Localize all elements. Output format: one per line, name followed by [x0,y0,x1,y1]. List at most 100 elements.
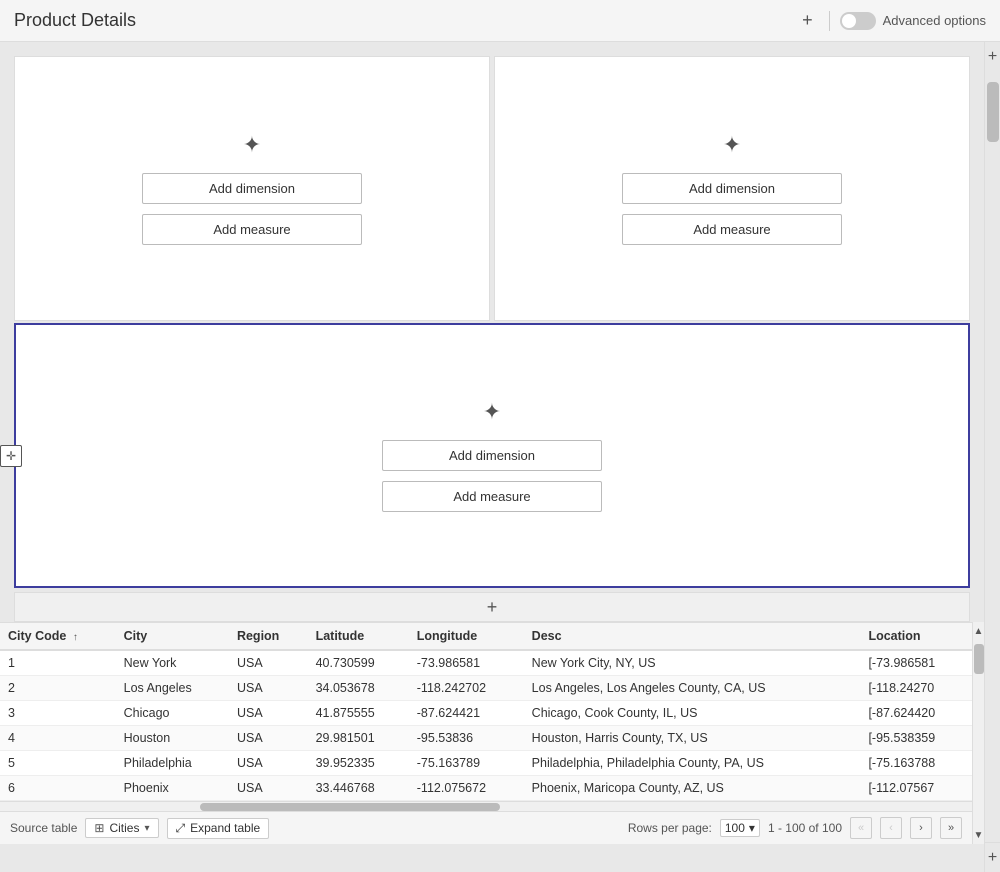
header-actions: + Advanced options [796,8,986,33]
top-panels-row: ✦ Add dimension Add measure ✦ Add dimens… [0,42,984,321]
main-layout: ✦ Add dimension Add measure ✦ Add dimens… [0,42,1000,872]
advanced-options-toggle[interactable] [840,12,876,30]
table-cell: USA [229,776,308,801]
panel-1-content: ✦ Add dimension Add measure [142,132,362,245]
col-header-location[interactable]: Location [860,623,972,650]
table-cell: New York [116,650,229,676]
table-cell: Los Angeles [116,676,229,701]
add-button[interactable]: + [796,8,819,33]
table-cell: -118.242702 [409,676,524,701]
table-cell: -75.163789 [409,751,524,776]
bottom-panel-wrapper: ✛ ✦ Add dimension Add measure [0,323,984,588]
table-scroll-down[interactable]: ▼ [973,826,984,844]
nav-first-button[interactable]: « [850,817,872,839]
add-measure-button-3[interactable]: Add measure [382,481,602,512]
horizontal-scrollbar[interactable] [0,801,972,811]
table-cell: Houston [116,726,229,751]
table-cell: Chicago, Cook County, IL, US [524,701,861,726]
table-cell: Chicago [116,701,229,726]
table-cell: [-87.624420 [860,701,972,726]
data-table: City Code ↑ City Region Latitude Longitu… [0,623,972,801]
panels-area: ✦ Add dimension Add measure ✦ Add dimens… [0,42,984,872]
table-cell: USA [229,676,308,701]
footer-right: Rows per page: 100 ▾ 1 - 100 of 100 « ‹ … [628,817,962,839]
add-row-bar[interactable]: + [14,592,970,622]
table-row: 6PhoenixUSA33.446768-112.075672Phoenix, … [0,776,972,801]
rows-per-page-select[interactable]: 100 ▾ [720,819,760,837]
table-cell: Houston, Harris County, TX, US [524,726,861,751]
table-row: 1New YorkUSA40.730599-73.986581New York … [0,650,972,676]
table-cell: 39.952335 [308,751,409,776]
table-cell: 40.730599 [308,650,409,676]
scroll-thumb [200,803,500,811]
panel-3: ✦ Add dimension Add measure [14,323,970,588]
table-row: 3ChicagoUSA41.875555-87.624421Chicago, C… [0,701,972,726]
table-cell: 41.875555 [308,701,409,726]
right-rail-plus-top[interactable]: + [985,42,1000,72]
page-header: Product Details + Advanced options [0,0,1000,42]
add-dimension-button-2[interactable]: Add dimension [622,173,842,204]
expand-table-button[interactable]: ⤢ Expand table [167,818,270,839]
expand-label: Expand table [190,821,260,835]
table-scroll-thumb [974,644,984,674]
add-measure-button-2[interactable]: Add measure [622,214,842,245]
nav-prev-button[interactable]: ‹ [880,817,902,839]
sort-icon: ↑ [73,632,78,643]
table-scroll-up[interactable]: ▲ [973,622,984,640]
table-cell: -87.624421 [409,701,524,726]
col-header-longitude[interactable]: Longitude [409,623,524,650]
right-rail-plus-bottom[interactable]: + [985,842,1000,872]
source-table-selector[interactable]: ⊞ Cities ▾ [85,818,158,838]
table-section: City Code ↑ City Region Latitude Longitu… [0,622,972,801]
table-cell: Philadelphia, Philadelphia County, PA, U… [524,751,861,776]
magic-wand-icon-3: ✦ [483,399,501,425]
rows-per-page-value: 100 [725,821,745,835]
col-header-city[interactable]: City [116,623,229,650]
col-header-city-code[interactable]: City Code ↑ [0,623,116,650]
table-content: City Code ↑ City Region Latitude Longitu… [0,622,972,844]
page-title: Product Details [14,10,136,31]
add-dimension-button-3[interactable]: Add dimension [382,440,602,471]
table-cell: 1 [0,650,116,676]
table-cell: USA [229,726,308,751]
expand-icon: ⤢ [176,821,186,836]
advanced-options-label: Advanced options [883,13,986,28]
rows-per-page-label: Rows per page: [628,821,712,835]
col-header-latitude[interactable]: Latitude [308,623,409,650]
divider [829,11,830,31]
table-row: 5PhiladelphiaUSA39.952335-75.163789Phila… [0,751,972,776]
panels-scroll-thumb [987,82,999,142]
panel-2: ✦ Add dimension Add measure [494,56,970,321]
table-cell: Phoenix [116,776,229,801]
add-dimension-button-1[interactable]: Add dimension [142,173,362,204]
toggle-container: Advanced options [840,12,986,30]
table-scroll-track [973,640,984,826]
table-cell: 5 [0,751,116,776]
table-cell: [-73.986581 [860,650,972,676]
table-header-row: City Code ↑ City Region Latitude Longitu… [0,623,972,650]
table-cell: 6 [0,776,116,801]
table-cell: Los Angeles, Los Angeles County, CA, US [524,676,861,701]
col-header-desc[interactable]: Desc [524,623,861,650]
panels-scroll-track [985,72,1000,842]
table-cell: Philadelphia [116,751,229,776]
table-body: 1New YorkUSA40.730599-73.986581New York … [0,650,972,801]
table-vertical-scrollbar[interactable]: ▲ ▼ [972,622,984,844]
panel-2-content: ✦ Add dimension Add measure [622,132,842,245]
table-cell: USA [229,701,308,726]
table-row: 2Los AngelesUSA34.053678-118.242702Los A… [0,676,972,701]
table-cell: USA [229,751,308,776]
panel-1: ✦ Add dimension Add measure [14,56,490,321]
add-row-icon: + [487,597,498,618]
table-cell: 33.446768 [308,776,409,801]
nav-next-button[interactable]: › [910,817,932,839]
move-handle[interactable]: ✛ [0,445,22,467]
table-cell: -73.986581 [409,650,524,676]
add-measure-button-1[interactable]: Add measure [142,214,362,245]
footer-left: Source table ⊞ Cities ▾ ⤢ Expand table [10,818,269,839]
table-cell: -112.075672 [409,776,524,801]
col-header-region[interactable]: Region [229,623,308,650]
nav-last-button[interactable]: » [940,817,962,839]
panel-3-content: ✦ Add dimension Add measure [382,399,602,512]
table-footer: Source table ⊞ Cities ▾ ⤢ Expand table R… [0,811,972,844]
